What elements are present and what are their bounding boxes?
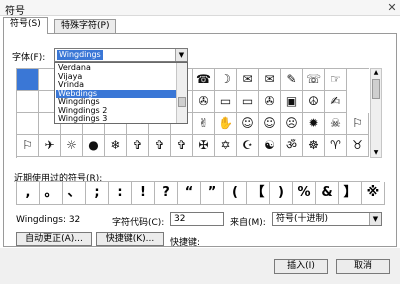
- char-code-input[interactable]: 32: [170, 212, 224, 226]
- symbol-cell[interactable]: ❄: [105, 135, 127, 157]
- symbol-cell[interactable]: ☺: [237, 113, 259, 135]
- symbol-cell[interactable]: ✌: [193, 113, 215, 135]
- symbol-cell[interactable]: ☪: [237, 135, 259, 157]
- recent-symbol-cell[interactable]: %: [293, 182, 316, 205]
- close-icon[interactable]: ✕: [386, 2, 398, 14]
- recent-symbol-cell[interactable]: 、: [63, 182, 86, 205]
- recent-symbol-cell[interactable]: 【: [247, 182, 270, 205]
- symbol-cell[interactable]: ☠: [325, 113, 347, 135]
- scroll-down-icon[interactable]: ▼: [371, 149, 381, 157]
- recent-symbol-cell[interactable]: :: [109, 182, 132, 205]
- symbol-cell[interactable]: ☸: [303, 135, 325, 157]
- symbol-cell[interactable]: ✞: [127, 135, 149, 157]
- recent-symbol-cell[interactable]: 】: [339, 182, 362, 205]
- symbol-cell[interactable]: ☮: [303, 91, 325, 113]
- scroll-thumb[interactable]: [372, 79, 380, 99]
- symbol-cell[interactable]: ✹: [303, 113, 325, 135]
- symbol-cell[interactable]: ⚐: [347, 113, 369, 135]
- symbol-cell[interactable]: ▭: [215, 91, 237, 113]
- font-value: Wingdings: [57, 50, 103, 60]
- chevron-down-icon[interactable]: ▼: [369, 213, 381, 225]
- symbol-cell[interactable]: [17, 113, 39, 135]
- dropdown-scroll-thumb[interactable]: [178, 97, 186, 107]
- tab-special-characters[interactable]: 特殊字符(P): [54, 19, 117, 34]
- symbol-cell[interactable]: ●: [83, 135, 105, 157]
- from-dropdown[interactable]: 符号(十进制) ▼: [272, 212, 382, 226]
- symbol-cell[interactable]: ♉: [347, 135, 369, 157]
- scroll-up-icon[interactable]: ▲: [371, 69, 381, 77]
- grid-scrollbar[interactable]: ▲ ▼: [370, 68, 382, 158]
- font-option[interactable]: Vrinda: [56, 81, 176, 89]
- from-value: 符号(十进制): [276, 214, 329, 224]
- font-dropdown[interactable]: Wingdings ▼: [54, 48, 188, 62]
- symbol-cell[interactable]: ✇: [259, 91, 281, 113]
- recent-symbol-cell[interactable]: !: [132, 182, 155, 205]
- symbol-cell[interactable]: ✉: [259, 69, 281, 91]
- symbol-cell[interactable]: ☼: [61, 135, 83, 157]
- chevron-down-icon[interactable]: ▼: [175, 49, 187, 61]
- symbol-cell[interactable]: ॐ: [281, 135, 303, 157]
- symbol-cell[interactable]: ▭: [237, 91, 259, 113]
- symbol-cell[interactable]: ✡: [215, 135, 237, 157]
- font-option[interactable]: Wingdings 3: [56, 115, 176, 123]
- recent-symbol-cell[interactable]: 。: [40, 182, 63, 205]
- symbol-cell[interactable]: ☏: [303, 69, 325, 91]
- recent-symbol-cell[interactable]: ;: [86, 182, 109, 205]
- tab-symbols[interactable]: 符号(S): [3, 17, 48, 34]
- symbol-cell[interactable]: ☺: [259, 113, 281, 135]
- recent-symbol-cell[interactable]: &: [316, 182, 339, 205]
- symbol-cell[interactable]: ⚐: [17, 135, 39, 157]
- cancel-button[interactable]: 取消: [336, 259, 390, 274]
- recent-symbol-cell[interactable]: ※: [362, 182, 385, 205]
- window-title: 符号: [5, 6, 25, 17]
- font-dropdown-list: Verdana Vijaya Vrinda Webdings Wingdings Wing…: [54, 62, 188, 124]
- shortcut-label: 快捷键:: [170, 238, 201, 248]
- dropdown-scrollbar[interactable]: [176, 63, 187, 123]
- char-code-label: 字符代码(C):: [112, 218, 165, 228]
- recent-symbol-cell[interactable]: (: [224, 182, 247, 205]
- tab-bar: 符号(S) 特殊字符(P): [0, 17, 400, 34]
- recent-symbol-cell[interactable]: ?: [155, 182, 178, 205]
- from-label: 来自(M):: [230, 218, 266, 228]
- symbol-cell[interactable]: ✉: [237, 69, 259, 91]
- insert-button[interactable]: 插入(I): [274, 259, 328, 274]
- symbol-cell[interactable]: ✠: [193, 135, 215, 157]
- char-name: Wingdings: 32: [16, 215, 81, 225]
- symbol-cell[interactable]: ☽: [215, 69, 237, 91]
- symbol-cell[interactable]: ▣: [281, 91, 303, 113]
- font-option[interactable]: Wingdings: [56, 98, 176, 106]
- symbol-cell[interactable]: ✎: [281, 69, 303, 91]
- symbol-cell[interactable]: ☎: [193, 69, 215, 91]
- symbol-cell[interactable]: ☹: [281, 113, 303, 135]
- shortcut-key-button[interactable]: 快捷键(K)...: [96, 232, 164, 246]
- symbol-cell[interactable]: ✞: [171, 135, 193, 157]
- recent-symbol-cell[interactable]: ,: [17, 182, 40, 205]
- font-option[interactable]: Verdana: [56, 64, 176, 72]
- recent-symbol-cell[interactable]: ): [270, 182, 293, 205]
- symbol-cell[interactable]: ✋: [215, 113, 237, 135]
- symbol-cell[interactable]: ✞: [149, 135, 171, 157]
- title-bar: 符号 ✕: [0, 0, 400, 17]
- symbol-cell[interactable]: [17, 69, 39, 91]
- recent-symbols: ,。、;:!? “”(【)% &】 ※: [16, 181, 385, 205]
- recent-symbol-cell[interactable]: “: [178, 182, 201, 205]
- symbol-cell[interactable]: ☞: [325, 69, 347, 91]
- symbol-cell[interactable]: ✈: [39, 135, 61, 157]
- symbol-cell[interactable]: ✇: [193, 91, 215, 113]
- autocorrect-button[interactable]: 自动更正(A)...: [16, 232, 92, 246]
- symbol-cell[interactable]: ✍: [325, 91, 347, 113]
- font-label: 字体(F):: [12, 53, 46, 63]
- symbol-cell[interactable]: ♈: [325, 135, 347, 157]
- recent-symbol-cell[interactable]: ”: [201, 182, 224, 205]
- symbol-cell[interactable]: [17, 91, 39, 113]
- symbol-cell[interactable]: ☯: [259, 135, 281, 157]
